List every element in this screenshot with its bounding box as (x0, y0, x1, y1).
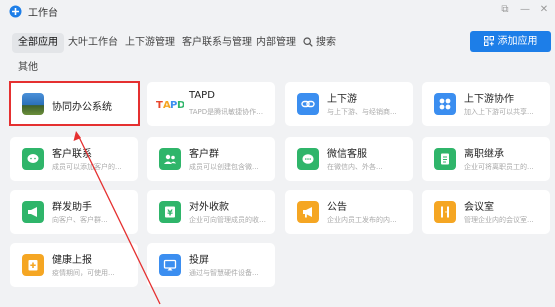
add-app-label: 添加应用 (497, 36, 538, 47)
app-desc: 企业可将离职员工的... (464, 163, 534, 171)
tab-all-apps[interactable]: 全部应用 (12, 33, 64, 53)
search-label: 搜索 (316, 37, 336, 48)
app-card-upstream-collab[interactable]: 上下游协作 加入上下游可以共享... (422, 82, 550, 126)
app-name: 群发助手 (52, 202, 92, 213)
app-logo-icon (9, 5, 22, 18)
app-name: 上下游协作 (464, 94, 514, 105)
link-icon (297, 93, 319, 115)
app-card-upstream[interactable]: 上下游 与上下游、与经销商... (285, 82, 413, 126)
payment-icon: ¥ (159, 201, 181, 223)
app-name: 对外收款 (189, 202, 229, 213)
app-card-wechat-service[interactable]: 微信客服 在微信内、外各... (285, 137, 413, 181)
customer-service-icon (297, 148, 319, 170)
app-desc: 在微信内、外各... (327, 163, 383, 171)
svg-text:T: T (156, 100, 163, 111)
app-name: TAPD (189, 90, 215, 101)
app-desc: 成员可以创建包含微... (189, 163, 259, 171)
tab-customer-management[interactable]: 客户联系与管理 (182, 33, 252, 53)
app-desc: 加入上下游可以共享... (464, 108, 534, 116)
app-name: 健康上报 (52, 255, 92, 266)
svg-text:¥: ¥ (167, 209, 173, 218)
app-desc: TAPD是腾讯敏捷协作平... (189, 108, 269, 116)
app-card-screen-cast[interactable]: 投屏 通过与智慧硬件设备... (147, 243, 275, 287)
app-name: 上下游 (327, 94, 357, 105)
app-name: 公告 (327, 202, 347, 213)
title-bar: 工作台 ⧉ — ✕ (0, 0, 555, 22)
app-card-announcement[interactable]: 公告 企业内员工发布的内... (285, 190, 413, 234)
door-icon (434, 201, 456, 223)
app-desc: 成员可以添加客户的... (52, 163, 122, 171)
app-name: 离职继承 (464, 149, 504, 160)
app-name: 会议室 (464, 202, 494, 213)
app-name: 投屏 (189, 255, 209, 266)
app-card-meeting-room[interactable]: 会议室 管理企业内的会议室... (422, 190, 550, 234)
app-name: 客户群 (189, 149, 219, 160)
app-card-customer-contact[interactable]: 客户联系 成员可以添加客户的... (10, 137, 138, 181)
svg-text:D: D (177, 100, 184, 111)
app-card-customer-group[interactable]: 客户群 成员可以创建包含微... (147, 137, 275, 181)
minimize-icon[interactable]: — (518, 2, 532, 18)
app-desc: 企业可向管理成员的收款... (189, 216, 269, 224)
popout-icon[interactable]: ⧉ (498, 2, 512, 18)
tab-supply-chain[interactable]: 上下游管理 (125, 33, 175, 53)
app-desc: 管理企业内的会议室... (464, 216, 534, 224)
close-icon[interactable]: ✕ (537, 2, 551, 18)
people-icon (159, 148, 181, 170)
search-button[interactable]: 搜索 (303, 33, 336, 53)
apps-grid-icon (483, 36, 494, 46)
app-card-tapd[interactable]: T A P D TAPD TAPD是腾讯敏捷协作平... (147, 82, 275, 126)
app-desc: 通过与智慧硬件设备... (189, 269, 259, 277)
health-report-icon (22, 254, 44, 276)
app-desc: 与上下游、与经销商... (327, 108, 397, 116)
highlight-box (9, 81, 140, 126)
tab-internal-management[interactable]: 内部管理 (256, 33, 296, 53)
app-desc: 企业内员工发布的内... (327, 216, 397, 224)
tab-other[interactable]: 其他 (18, 58, 38, 73)
app-card-health-report[interactable]: 健康上报 疫情期间，可使用... (10, 243, 138, 287)
app-desc: 疫情期间，可使用... (52, 269, 115, 277)
search-icon (303, 37, 313, 47)
app-desc: 向客户、客户群... (52, 216, 108, 224)
document-icon (434, 148, 456, 170)
announcement-icon (297, 201, 319, 223)
app-card-resignation[interactable]: 离职继承 企业可将离职员工的... (422, 137, 550, 181)
grid-apps-icon (434, 93, 456, 115)
chat-bubble-icon (22, 148, 44, 170)
megaphone-icon (22, 201, 44, 223)
app-card-payment[interactable]: ¥ 对外收款 企业可向管理成员的收款... (147, 190, 275, 234)
app-card-broadcast[interactable]: 群发助手 向客户、客户群... (10, 190, 138, 234)
app-title: 工作台 (28, 8, 58, 19)
app-name: 客户联系 (52, 149, 92, 160)
screen-cast-icon (159, 254, 181, 276)
tapd-logo-icon: T A P D (156, 93, 184, 115)
add-app-button[interactable]: 添加应用 (470, 31, 551, 52)
tab-daye-workbench[interactable]: 大叶工作台 (68, 33, 118, 53)
app-name: 微信客服 (327, 149, 367, 160)
